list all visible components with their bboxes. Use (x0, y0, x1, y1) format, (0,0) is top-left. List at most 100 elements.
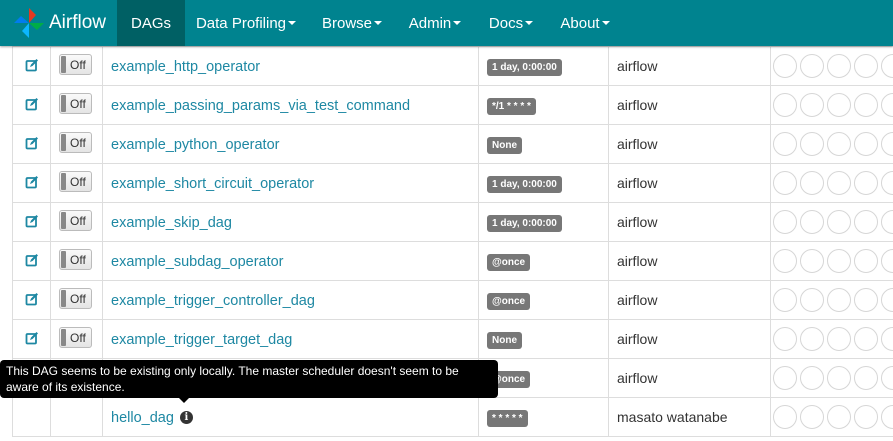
status-circle[interactable] (773, 405, 797, 429)
status-circle[interactable] (881, 327, 893, 351)
status-circle[interactable] (854, 249, 878, 273)
status-circle[interactable] (773, 132, 797, 156)
status-cell (770, 241, 893, 281)
status-circle[interactable] (827, 288, 851, 312)
status-circle[interactable] (800, 132, 824, 156)
info-icon[interactable]: i (179, 411, 193, 425)
dag-link[interactable]: example_trigger_controller_dag (111, 293, 315, 309)
status-circle[interactable] (854, 327, 878, 351)
status-circle[interactable] (881, 54, 893, 78)
edit-icon[interactable] (25, 253, 39, 270)
status-cell (770, 319, 893, 359)
dag-link[interactable]: example_python_operator (111, 137, 279, 153)
dag-link[interactable]: example_skip_dag (111, 215, 232, 231)
status-circle[interactable] (881, 132, 893, 156)
status-circle[interactable] (827, 210, 851, 234)
table-row: Off example_short_circuit_operator 1 day, … (12, 163, 893, 203)
toggle-cell: Off (50, 280, 103, 320)
edit-icon[interactable] (25, 97, 39, 114)
nav-browse[interactable]: Browse (316, 0, 388, 46)
dag-name-cell: example_skip_dag (102, 202, 479, 242)
edit-cell (12, 280, 51, 320)
status-circle[interactable] (881, 93, 893, 117)
status-circle[interactable] (881, 405, 893, 429)
status-circle[interactable] (827, 93, 851, 117)
edit-icon[interactable] (25, 136, 39, 153)
status-circle[interactable] (800, 171, 824, 195)
edit-icon[interactable] (25, 214, 39, 231)
status-circle[interactable] (827, 249, 851, 273)
status-circle[interactable] (854, 288, 878, 312)
nav-data-profiling[interactable]: Data Profiling (188, 0, 304, 46)
status-circle[interactable] (773, 210, 797, 234)
status-circle[interactable] (800, 366, 824, 390)
dag-link[interactable]: example_subdag_operator (111, 254, 284, 270)
status-circle[interactable] (773, 93, 797, 117)
status-circle[interactable] (773, 171, 797, 195)
edit-icon[interactable] (25, 331, 39, 348)
edit-icon[interactable] (25, 58, 39, 75)
status-circle[interactable] (800, 54, 824, 78)
dag-toggle[interactable]: Off (59, 249, 92, 270)
status-circle[interactable] (773, 327, 797, 351)
dag-name-cell: example_short_circuit_operator (102, 163, 479, 203)
toggle-knob (61, 95, 66, 112)
status-circle[interactable] (881, 210, 893, 234)
status-circle[interactable] (827, 132, 851, 156)
dag-link[interactable]: example_passing_params_via_test_command (111, 98, 410, 114)
status-circle[interactable] (827, 405, 851, 429)
status-circle[interactable] (854, 210, 878, 234)
status-circle[interactable] (854, 93, 878, 117)
dag-link[interactable]: example_trigger_target_dag (111, 332, 292, 348)
status-circle[interactable] (881, 288, 893, 312)
status-circle[interactable] (827, 366, 851, 390)
status-circle[interactable] (800, 288, 824, 312)
caret-down-icon (525, 21, 534, 25)
status-circle[interactable] (854, 366, 878, 390)
dag-tooltip: This DAG seems to be existing only local… (0, 360, 498, 403)
toggle-cell: Off (50, 124, 103, 164)
status-circle[interactable] (827, 171, 851, 195)
status-circle[interactable] (800, 405, 824, 429)
dag-toggle[interactable]: Off (59, 93, 92, 114)
status-circle[interactable] (800, 249, 824, 273)
status-circle[interactable] (881, 366, 893, 390)
edit-icon[interactable] (25, 292, 39, 309)
dag-toggle[interactable]: Off (59, 210, 92, 231)
status-circle[interactable] (827, 327, 851, 351)
dag-toggle[interactable]: Off (59, 132, 92, 153)
status-circle[interactable] (773, 54, 797, 78)
nav-dags[interactable]: DAGs (117, 0, 185, 46)
nav-docs[interactable]: Docs (482, 0, 540, 46)
status-circle[interactable] (881, 171, 893, 195)
status-circle[interactable] (800, 327, 824, 351)
dag-link[interactable]: example_http_operator (111, 59, 260, 75)
schedule-cell: * * * * * (478, 397, 609, 437)
nav-about[interactable]: About (553, 0, 617, 46)
dag-toggle[interactable]: Off (59, 54, 92, 75)
edit-icon[interactable] (25, 175, 39, 192)
status-circle[interactable] (854, 132, 878, 156)
status-circle[interactable] (827, 54, 851, 78)
dag-link[interactable]: hello_dag (111, 410, 174, 426)
status-circle[interactable] (773, 288, 797, 312)
status-circle[interactable] (854, 171, 878, 195)
status-circle[interactable] (854, 405, 878, 429)
dag-toggle[interactable]: Off (59, 171, 92, 192)
dag-toggle[interactable]: Off (59, 327, 92, 348)
status-circle[interactable] (800, 93, 824, 117)
toggle-knob (61, 290, 66, 307)
toggle-cell: Off (50, 85, 103, 125)
status-circle[interactable] (854, 54, 878, 78)
dag-link[interactable]: example_short_circuit_operator (111, 176, 314, 192)
status-circle[interactable] (800, 210, 824, 234)
status-circle[interactable] (773, 249, 797, 273)
status-circle[interactable] (881, 249, 893, 273)
brand[interactable]: Airflow (12, 0, 106, 46)
owner-cell: airflow (608, 124, 771, 164)
toggle-knob (61, 329, 66, 346)
status-circle[interactable] (773, 366, 797, 390)
dag-toggle[interactable]: Off (59, 288, 92, 309)
toggle-label: Off (70, 97, 86, 111)
nav-admin[interactable]: Admin (402, 0, 468, 46)
